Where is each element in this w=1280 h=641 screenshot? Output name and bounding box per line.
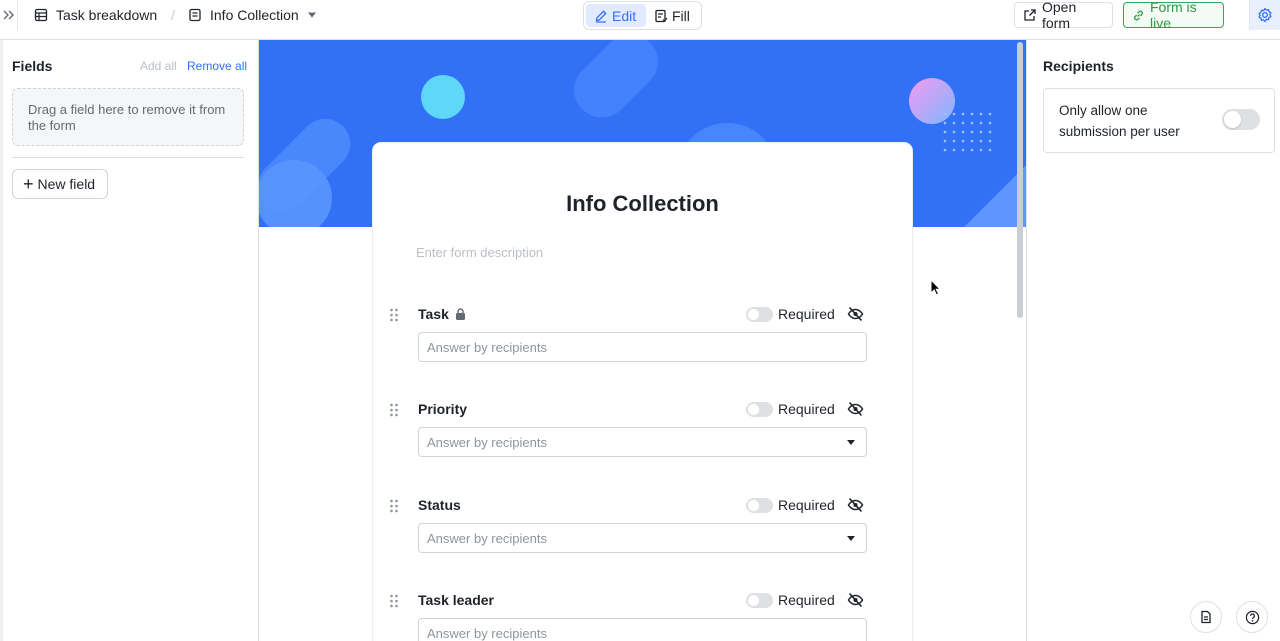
table-icon bbox=[34, 8, 48, 22]
form-field-task: Task Required Answer by recipients bbox=[373, 306, 912, 376]
link-icon bbox=[1132, 9, 1150, 22]
form-field-task-leader: Task leader Required Answer by recipient… bbox=[373, 592, 912, 641]
fill-mode-label: Fill bbox=[672, 7, 690, 24]
required-label: Required bbox=[778, 592, 835, 608]
edit-mode-button[interactable]: Edit bbox=[586, 4, 646, 27]
form-field-priority: Priority Required Answer by recipients bbox=[373, 401, 912, 471]
scrollbar[interactable] bbox=[1017, 42, 1023, 318]
form-live-button[interactable]: Form is live bbox=[1123, 0, 1224, 31]
required-label: Required bbox=[778, 401, 835, 417]
answer-placeholder: Answer by recipients bbox=[427, 434, 547, 450]
one-submission-option: Only allow one submission per user bbox=[1043, 88, 1275, 153]
answer-placeholder: Answer by recipients bbox=[427, 530, 547, 546]
mouse-cursor-icon bbox=[930, 279, 942, 297]
eye-off-icon[interactable] bbox=[847, 592, 864, 608]
required-label: Required bbox=[778, 306, 835, 322]
external-link-icon bbox=[1023, 8, 1042, 22]
answer-input-task-leader[interactable]: Answer by recipients bbox=[418, 618, 867, 641]
fill-form-icon bbox=[654, 9, 672, 23]
form-description-input[interactable]: Enter form description bbox=[416, 245, 543, 260]
document-icon[interactable] bbox=[1190, 601, 1222, 633]
answer-placeholder: Answer by recipients bbox=[427, 339, 547, 355]
field-label-text: Task bbox=[418, 306, 449, 322]
mode-switch: Edit Fill bbox=[583, 1, 702, 30]
drag-handle-icon[interactable] bbox=[389, 499, 399, 513]
recipients-title: Recipients bbox=[1043, 58, 1114, 74]
dropdown-caret-icon bbox=[847, 439, 855, 445]
chevron-down-icon[interactable] bbox=[307, 11, 317, 19]
breadcrumb-table[interactable]: Task breakdown bbox=[34, 0, 157, 30]
new-field-button[interactable]: + New field bbox=[12, 169, 108, 199]
drag-handle-icon[interactable] bbox=[389, 403, 399, 417]
fields-title: Fields bbox=[12, 58, 53, 74]
add-all-link[interactable]: Add all bbox=[140, 59, 177, 73]
form-card: Info Collection Enter form description T… bbox=[373, 143, 912, 641]
divider bbox=[12, 157, 244, 158]
drag-handle-icon[interactable] bbox=[389, 308, 399, 322]
required-toggle[interactable] bbox=[746, 498, 773, 513]
eye-off-icon[interactable] bbox=[847, 497, 864, 513]
one-submission-toggle[interactable] bbox=[1222, 109, 1260, 130]
open-form-button[interactable]: Open form bbox=[1014, 0, 1113, 31]
breadcrumb-separator: / bbox=[171, 7, 175, 23]
field-label-task: Task bbox=[418, 306, 466, 322]
required-toggle[interactable] bbox=[746, 402, 773, 417]
breadcrumb-table-label: Task breakdown bbox=[56, 7, 158, 23]
required-toggle[interactable] bbox=[746, 307, 773, 322]
pencil-icon bbox=[594, 9, 612, 23]
field-label-status: Status bbox=[418, 497, 461, 513]
plus-icon: + bbox=[23, 174, 34, 194]
required-toggle[interactable] bbox=[746, 593, 773, 608]
form-icon bbox=[188, 8, 202, 22]
remove-all-link[interactable]: Remove all bbox=[187, 59, 247, 73]
one-submission-label: Only allow one submission per user bbox=[1059, 103, 1180, 139]
answer-placeholder: Answer by recipients bbox=[427, 625, 547, 641]
breadcrumb-form-label: Info Collection bbox=[210, 7, 299, 23]
field-label-priority: Priority bbox=[418, 401, 467, 417]
field-label-task-leader: Task leader bbox=[418, 592, 494, 608]
eye-off-icon[interactable] bbox=[847, 401, 864, 417]
fields-panel: Fields Add all Remove all Drag a field h… bbox=[0, 40, 259, 641]
answer-select-status[interactable]: Answer by recipients bbox=[418, 523, 867, 553]
form-title[interactable]: Info Collection bbox=[373, 191, 912, 217]
help-icon[interactable] bbox=[1236, 601, 1268, 633]
expand-sidebar-icon[interactable] bbox=[0, 0, 18, 30]
eye-off-icon[interactable] bbox=[847, 306, 864, 322]
answer-select-priority[interactable]: Answer by recipients bbox=[418, 427, 867, 457]
breadcrumb-form[interactable]: Info Collection bbox=[188, 0, 317, 30]
drag-handle-icon[interactable] bbox=[389, 594, 399, 608]
required-label: Required bbox=[778, 497, 835, 513]
top-bar: Task breakdown / Info Collection Edit Fi… bbox=[0, 0, 1280, 40]
form-field-status: Status Required Answer by recipients bbox=[373, 497, 912, 567]
form-live-label: Form is live bbox=[1150, 0, 1197, 31]
settings-gear-icon[interactable] bbox=[1249, 0, 1280, 30]
new-field-label: New field bbox=[37, 176, 96, 192]
field-label-text: Status bbox=[418, 497, 461, 513]
field-label-text: Priority bbox=[418, 401, 468, 417]
answer-input-task[interactable]: Answer by recipients bbox=[418, 332, 867, 362]
recipients-panel: Recipients Only allow one submission per… bbox=[1026, 40, 1280, 641]
lock-icon bbox=[455, 308, 466, 320]
remove-field-drop-zone[interactable]: Drag a field here to remove it from the … bbox=[12, 88, 244, 146]
fill-mode-button[interactable]: Fill bbox=[646, 4, 698, 27]
open-form-label: Open form bbox=[1042, 0, 1077, 31]
field-label-text: Task leader bbox=[418, 592, 495, 608]
dropdown-caret-icon bbox=[847, 535, 855, 541]
edit-mode-label: Edit bbox=[612, 7, 637, 24]
form-canvas: Info Collection Enter form description T… bbox=[259, 40, 1026, 641]
